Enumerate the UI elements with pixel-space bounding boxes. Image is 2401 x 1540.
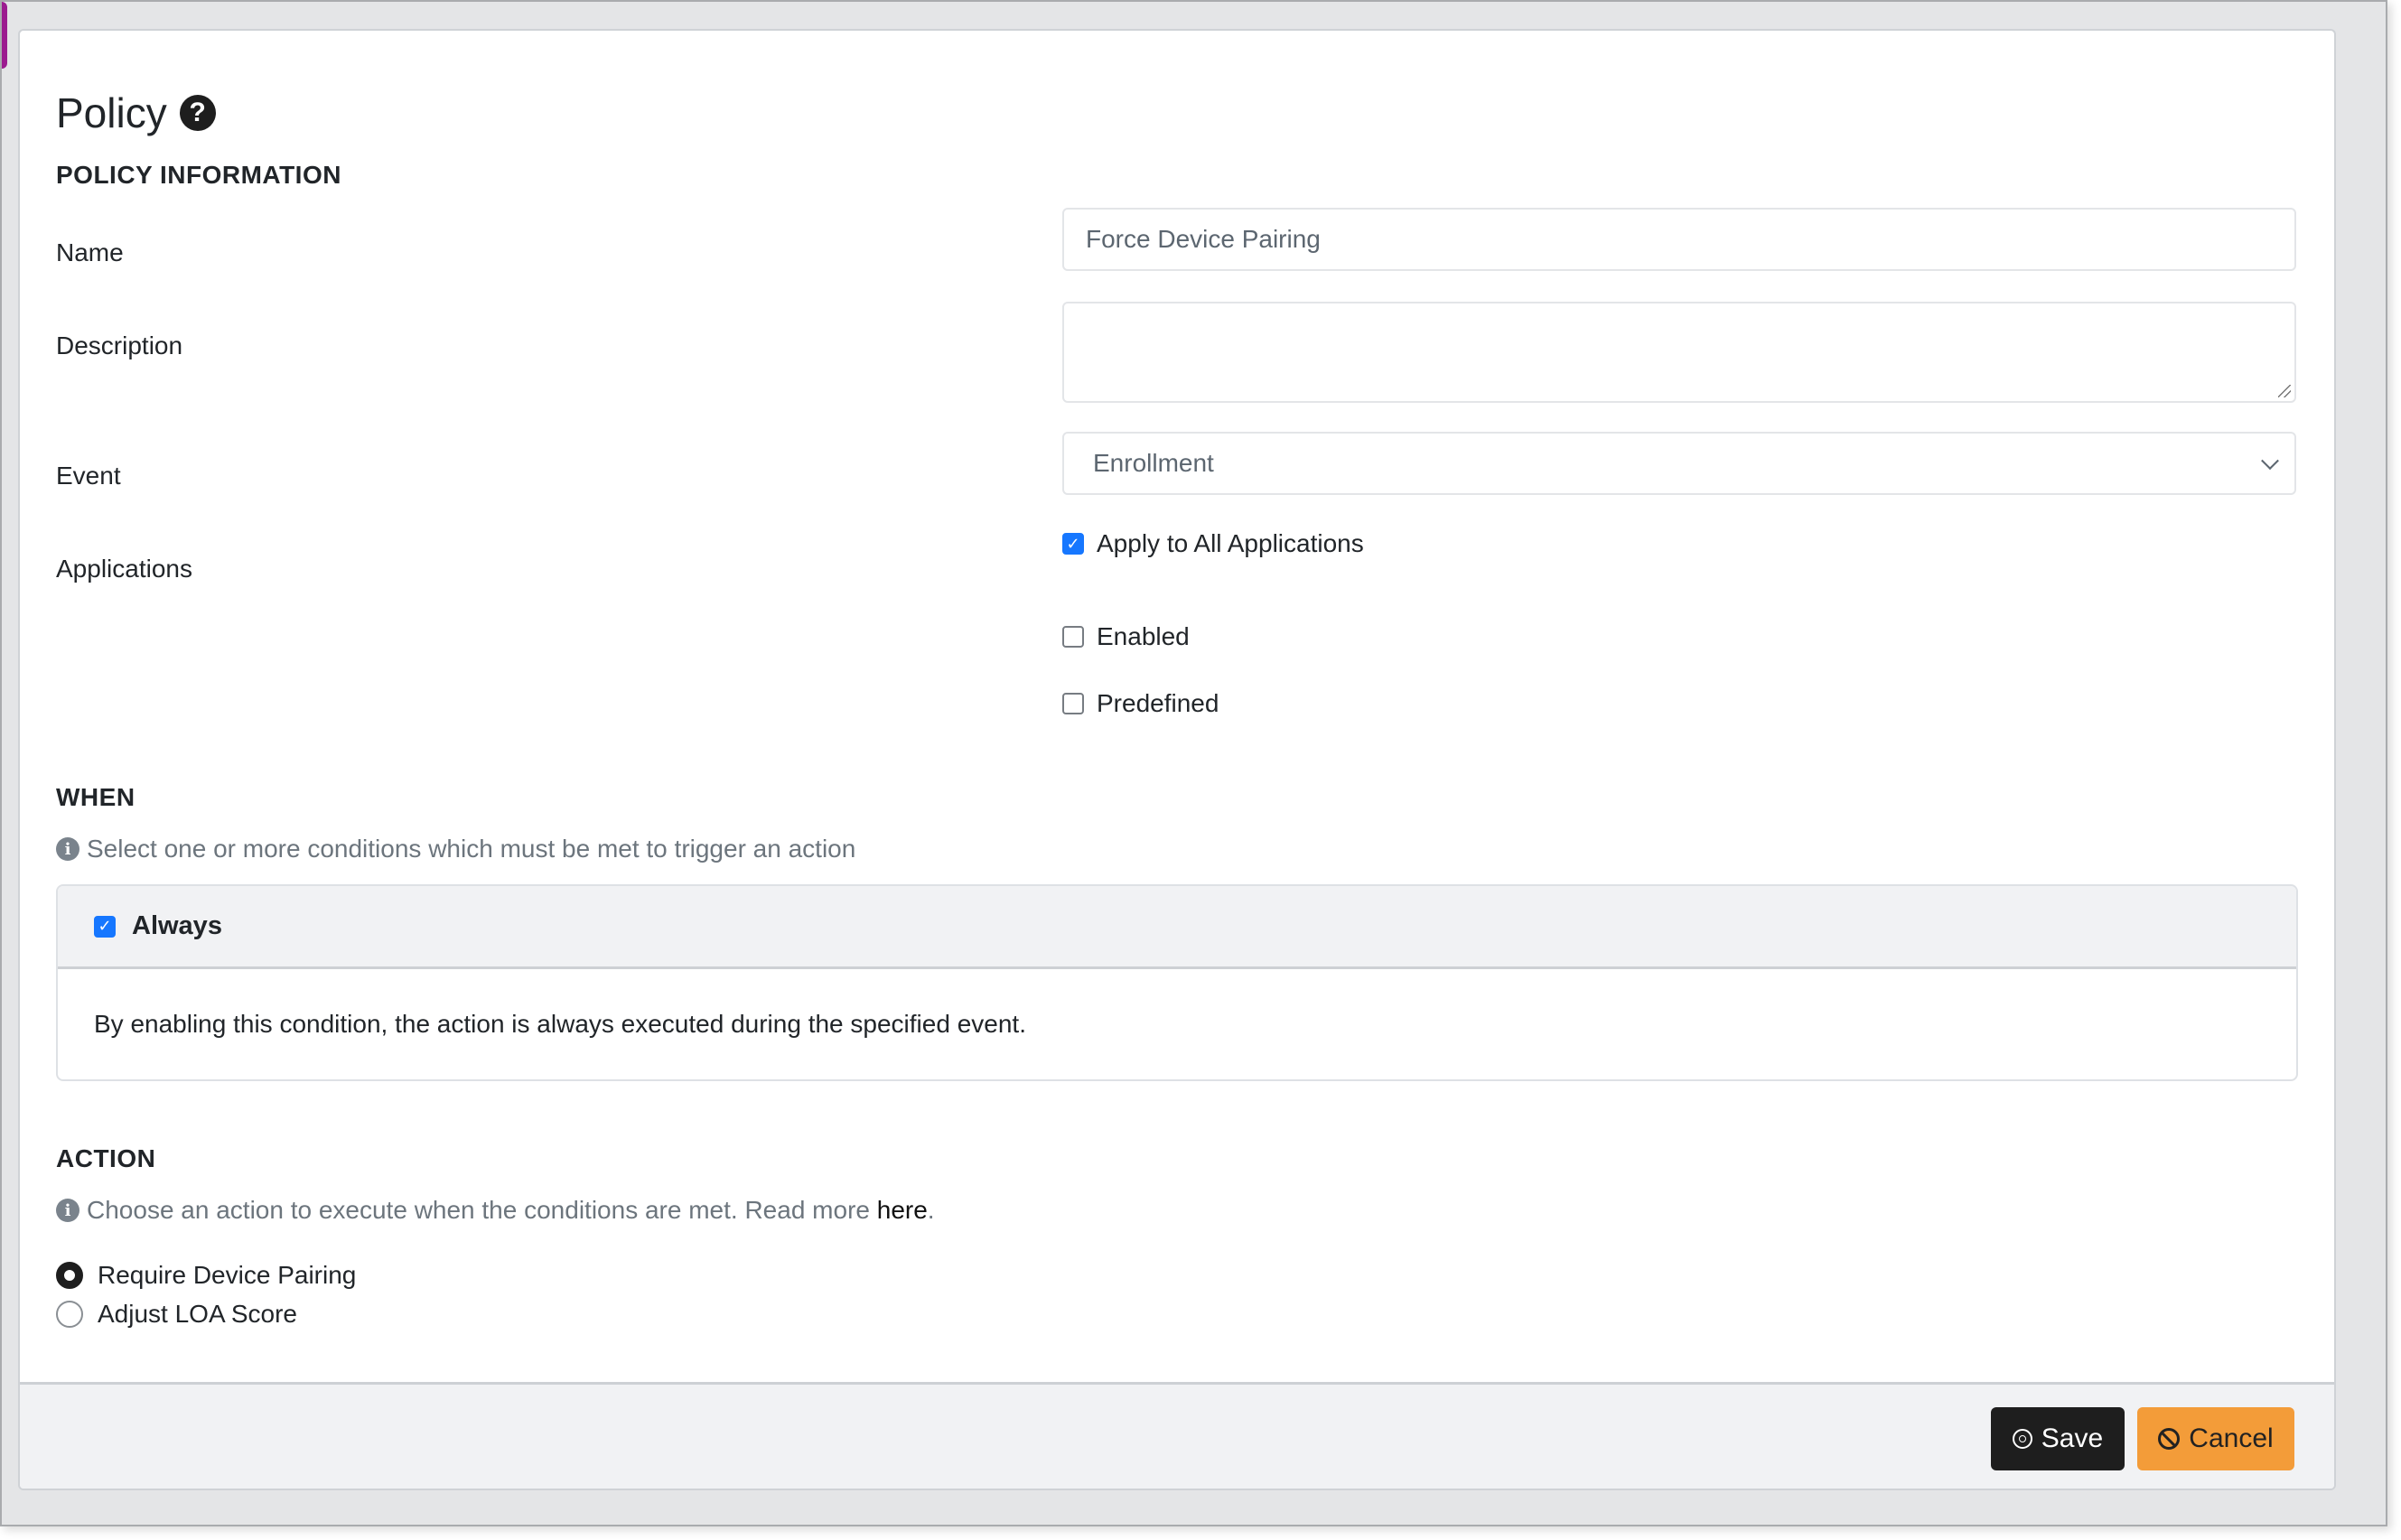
enabled-checkbox-row[interactable]: Enabled <box>1062 622 1190 651</box>
description-textarea[interactable] <box>1062 302 2296 403</box>
radio-button[interactable] <box>56 1301 83 1328</box>
radio-adjust-loa-score[interactable]: Adjust LOA Score <box>56 1300 297 1329</box>
condition-header[interactable]: ✓ Always <box>58 886 2296 969</box>
enabled-checkbox[interactable] <box>1062 626 1084 648</box>
info-icon: i <box>56 837 79 861</box>
when-info-text: Select one or more conditions which must… <box>87 835 856 863</box>
predefined-checkbox-row[interactable]: Predefined <box>1062 689 1219 718</box>
always-checkbox[interactable]: ✓ <box>94 915 116 938</box>
radio-button-selected[interactable] <box>56 1262 83 1289</box>
help-icon[interactable]: ? <box>179 95 216 131</box>
resize-grip-icon[interactable] <box>2278 385 2291 397</box>
action-info: i Choose an action to execute when the c… <box>56 1196 935 1225</box>
action-heading: ACTION <box>56 1144 156 1172</box>
apply-all-applications-checkbox[interactable]: ✓ <box>1062 533 1084 555</box>
event-label: Event <box>56 462 121 490</box>
save-button[interactable]: Save <box>1991 1407 2125 1470</box>
name-input[interactable]: Force Device Pairing <box>1062 208 2296 271</box>
applications-label: Applications <box>56 555 192 583</box>
sidebar-accent-strip <box>2 2 7 69</box>
action-info-text: Choose an action to execute when the con… <box>87 1196 877 1224</box>
cancel-button[interactable]: Cancel <box>2137 1407 2294 1470</box>
page-title-text: Policy <box>56 89 167 136</box>
window-frame: Policy ? POLICY INFORMATION Name Force D… <box>0 0 2387 1526</box>
page-title: Policy ? <box>56 89 216 137</box>
predefined-label: Predefined <box>1097 689 1219 717</box>
radio-require-device-pairing[interactable]: Require Device Pairing <box>56 1261 356 1290</box>
save-label: Save <box>2041 1423 2104 1453</box>
predefined-checkbox[interactable] <box>1062 693 1084 714</box>
enabled-label: Enabled <box>1097 622 1190 650</box>
name-input-value: Force Device Pairing <box>1086 225 1321 253</box>
event-select[interactable]: Enrollment <box>1062 432 2296 495</box>
policy-card: Policy ? POLICY INFORMATION Name Force D… <box>18 29 2336 1490</box>
chevron-down-icon <box>2261 452 2279 471</box>
apply-all-applications-checkbox-row[interactable]: ✓ Apply to All Applications <box>1062 529 1364 558</box>
when-heading: WHEN <box>56 783 135 811</box>
read-more-link[interactable]: here <box>877 1196 928 1224</box>
info-icon: i <box>56 1199 79 1222</box>
when-info: i Select one or more conditions which mu… <box>56 835 855 863</box>
apply-all-applications-label: Apply to All Applications <box>1097 529 1364 557</box>
description-label: Description <box>56 331 183 359</box>
card-footer: Save Cancel <box>20 1382 2334 1489</box>
action-info-suffix: . <box>927 1196 935 1224</box>
policy-information-heading: POLICY INFORMATION <box>56 161 341 189</box>
event-select-value: Enrollment <box>1093 449 1214 477</box>
name-label: Name <box>56 238 124 266</box>
always-label: Always <box>132 911 222 940</box>
save-icon <box>2012 1429 2032 1449</box>
cancel-icon <box>2158 1428 2181 1450</box>
cancel-label: Cancel <box>2189 1423 2274 1453</box>
radio-label: Require Device Pairing <box>98 1261 357 1289</box>
radio-label: Adjust LOA Score <box>98 1300 298 1328</box>
condition-always-panel: ✓ Always By enabling this condition, the… <box>56 884 2298 1081</box>
condition-body: By enabling this condition, the action i… <box>58 969 2296 1079</box>
condition-description: By enabling this condition, the action i… <box>94 1010 1026 1038</box>
